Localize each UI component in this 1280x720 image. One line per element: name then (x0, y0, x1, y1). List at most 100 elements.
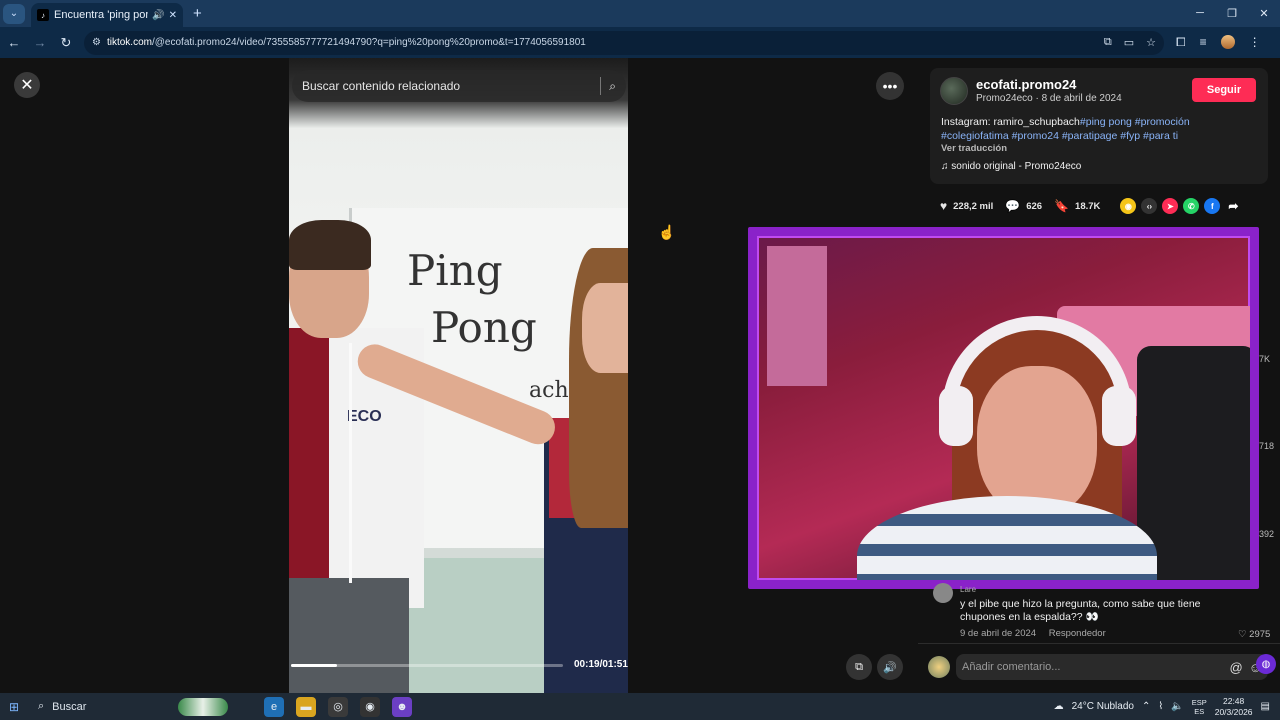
volume-button[interactable]: 🔊 (877, 654, 903, 680)
creator-username[interactable]: ecofati.promo24 (976, 77, 1076, 92)
network-icon[interactable]: ⌇ (1158, 701, 1163, 712)
comment-button[interactable]: 💬 626 (1005, 199, 1042, 213)
hashtag[interactable]: #ping pong (1080, 116, 1132, 128)
reply-button[interactable]: Respondedor (1049, 628, 1106, 639)
hashtag[interactable]: #colegiofatima (941, 130, 1009, 142)
forward-icon[interactable]: → (28, 35, 52, 50)
music-note-icon: ♫ (941, 161, 952, 172)
board-word: Pong (431, 303, 537, 352)
sound-label: sonido original - Promo24eco (951, 161, 1082, 172)
clock-time: 22:48 (1222, 695, 1245, 706)
more-options-button[interactable]: ••• (876, 72, 904, 100)
search-icon[interactable]: ⌕ (609, 79, 616, 94)
embed-icon[interactable]: ‹› (1141, 198, 1158, 214)
tab-search-icon[interactable]: ⌄ (3, 3, 25, 24)
browser-tab[interactable]: ♪ Encuentra 'ping pong prom 🔊 ✕ (31, 3, 183, 27)
close-video-button[interactable]: ✕ (14, 72, 40, 98)
clock[interactable]: 22:48 20/3/2026 (1215, 696, 1253, 718)
bookmark-star-icon[interactable]: ☆ (1146, 36, 1156, 49)
headset-ear-right (1102, 386, 1136, 446)
maximize-icon[interactable]: ❐ (1216, 7, 1248, 20)
tray-chevron-icon[interactable]: ⌃ (1142, 701, 1150, 712)
facebook-icon[interactable]: f (1204, 198, 1221, 214)
url-actions: ⧉ ▭ ☆ (1104, 36, 1156, 49)
tiktok-page: ✕ Ping Pong ach ECO Buscar contenido rel… (0, 58, 1280, 693)
install-icon[interactable]: ▭ (1124, 36, 1134, 49)
search-icon: ⌕ (38, 700, 45, 712)
video-player[interactable]: Ping Pong ach ECO (289, 58, 628, 693)
mention-icon[interactable]: @ (1230, 660, 1243, 675)
extension-badge-icon[interactable]: ◍ (1256, 654, 1276, 674)
close-window-icon[interactable]: ✕ (1248, 7, 1280, 20)
related-search-input[interactable]: Buscar contenido relacionado ⌕ (292, 70, 626, 102)
video-progress-bar[interactable] (291, 664, 563, 667)
heart-outline-icon: ♡ (1238, 629, 1250, 640)
comment-avatar[interactable] (933, 583, 953, 603)
hashtag[interactable]: #promo24 (1012, 130, 1059, 142)
windows-start-icon[interactable]: ⊞ (0, 700, 28, 714)
hashtag[interactable]: #promoción (1135, 116, 1190, 128)
new-tab-icon[interactable]: + (193, 5, 202, 22)
side-like-count: 7K (1259, 354, 1271, 364)
composer-divider (918, 643, 1280, 644)
like-button[interactable]: ♥ 228,2 mil (940, 199, 993, 213)
streamer-webcam-overlay (748, 227, 1259, 589)
toolbar-right: ⧠ ≡ ⋮ (1176, 35, 1261, 50)
coin-icon[interactable]: ◉ (1120, 198, 1137, 214)
weather-text[interactable]: 24°C Nublado (1072, 701, 1134, 712)
board-word: Ping (407, 246, 503, 295)
url-field[interactable]: ⚙ tiktok.com /@ecofati.promo24/video/735… (84, 30, 1164, 55)
see-translation-link[interactable]: Ver traducción (941, 143, 1007, 154)
discord-icon[interactable]: ☻ (392, 696, 412, 717)
taskbar-search-label: Buscar (52, 700, 87, 713)
girl-face (582, 283, 628, 373)
taskbar-search[interactable]: ⌕ Buscar (28, 696, 228, 718)
edge-icon[interactable]: e (264, 696, 284, 717)
tiktok-favicon-icon: ♪ (37, 9, 49, 21)
description-text: Instagram: ramiro_schupbach (941, 116, 1080, 128)
back-icon[interactable]: ← (2, 35, 26, 50)
save-count: 18.7K (1075, 200, 1101, 212)
url-path: /@ecofati.promo24/video/7355585777721494… (151, 37, 586, 48)
hashtag[interactable]: #para ti (1143, 130, 1178, 142)
whatsapp-icon[interactable]: ✆ (1183, 198, 1200, 214)
comment-like-button[interactable]: ♡ 2975 (1238, 629, 1270, 640)
chrome-icon[interactable]: ◎ (328, 696, 348, 717)
site-info-icon[interactable]: ⚙ (92, 37, 101, 48)
send-icon[interactable]: ➤ (1162, 198, 1179, 214)
volume-tray-icon[interactable]: 🔈 (1171, 701, 1183, 712)
share-arrow-icon[interactable]: ➦ (1225, 198, 1241, 214)
media-icon[interactable]: ≡ (1200, 35, 1207, 50)
board-word: ach (529, 378, 569, 403)
hashtag[interactable]: #fyp (1120, 130, 1140, 142)
system-tray: ☁ 24°C Nublado ⌃ ⌇ 🔈 ESP ES 22:48 20/3/2… (1054, 696, 1280, 718)
language-indicator[interactable]: ESP ES (1192, 698, 1207, 716)
notifications-icon[interactable]: ▤ (1261, 701, 1270, 712)
extensions-icon[interactable]: ⧠ (1176, 35, 1186, 50)
save-button[interactable]: 🔖 18.7K (1054, 199, 1100, 213)
webcam-door (767, 246, 827, 386)
comment-input[interactable]: Añadir comentario... @ ☺ (956, 654, 1268, 680)
hashtag[interactable]: #paratipage (1062, 130, 1117, 142)
comment-username[interactable]: Lare (960, 585, 976, 594)
menu-kebab-icon[interactable]: ⋮ (1249, 35, 1261, 50)
close-tab-icon[interactable]: ✕ (169, 10, 177, 21)
minimize-icon[interactable]: ─ (1184, 7, 1216, 20)
obs-icon[interactable]: ◉ (360, 696, 380, 717)
comment-icon: 💬 (1005, 199, 1021, 213)
translate-icon[interactable]: ⧉ (1104, 36, 1112, 49)
video-progress-fill (291, 664, 338, 667)
floating-player-button[interactable]: ⧉ (846, 654, 872, 680)
boy-pants (289, 578, 409, 693)
speaker-icon[interactable]: 🔊 (152, 10, 164, 21)
file-explorer-icon[interactable]: ▬ (296, 696, 316, 717)
reload-icon[interactable]: ↻ (54, 35, 78, 51)
comment-placeholder: Añadir comentario... (962, 661, 1061, 673)
window-controls: ─ ❐ ✕ (1184, 7, 1280, 20)
profile-avatar-icon[interactable] (1220, 35, 1235, 49)
post-info-card: ecofati.promo24 Promo24eco · 8 de abril … (930, 68, 1268, 184)
creator-avatar[interactable] (940, 77, 968, 105)
headset-ear-left (939, 386, 973, 446)
sound-link[interactable]: ♫ sonido original - Promo24eco (941, 161, 1081, 172)
follow-button[interactable]: Seguir (1192, 78, 1256, 102)
